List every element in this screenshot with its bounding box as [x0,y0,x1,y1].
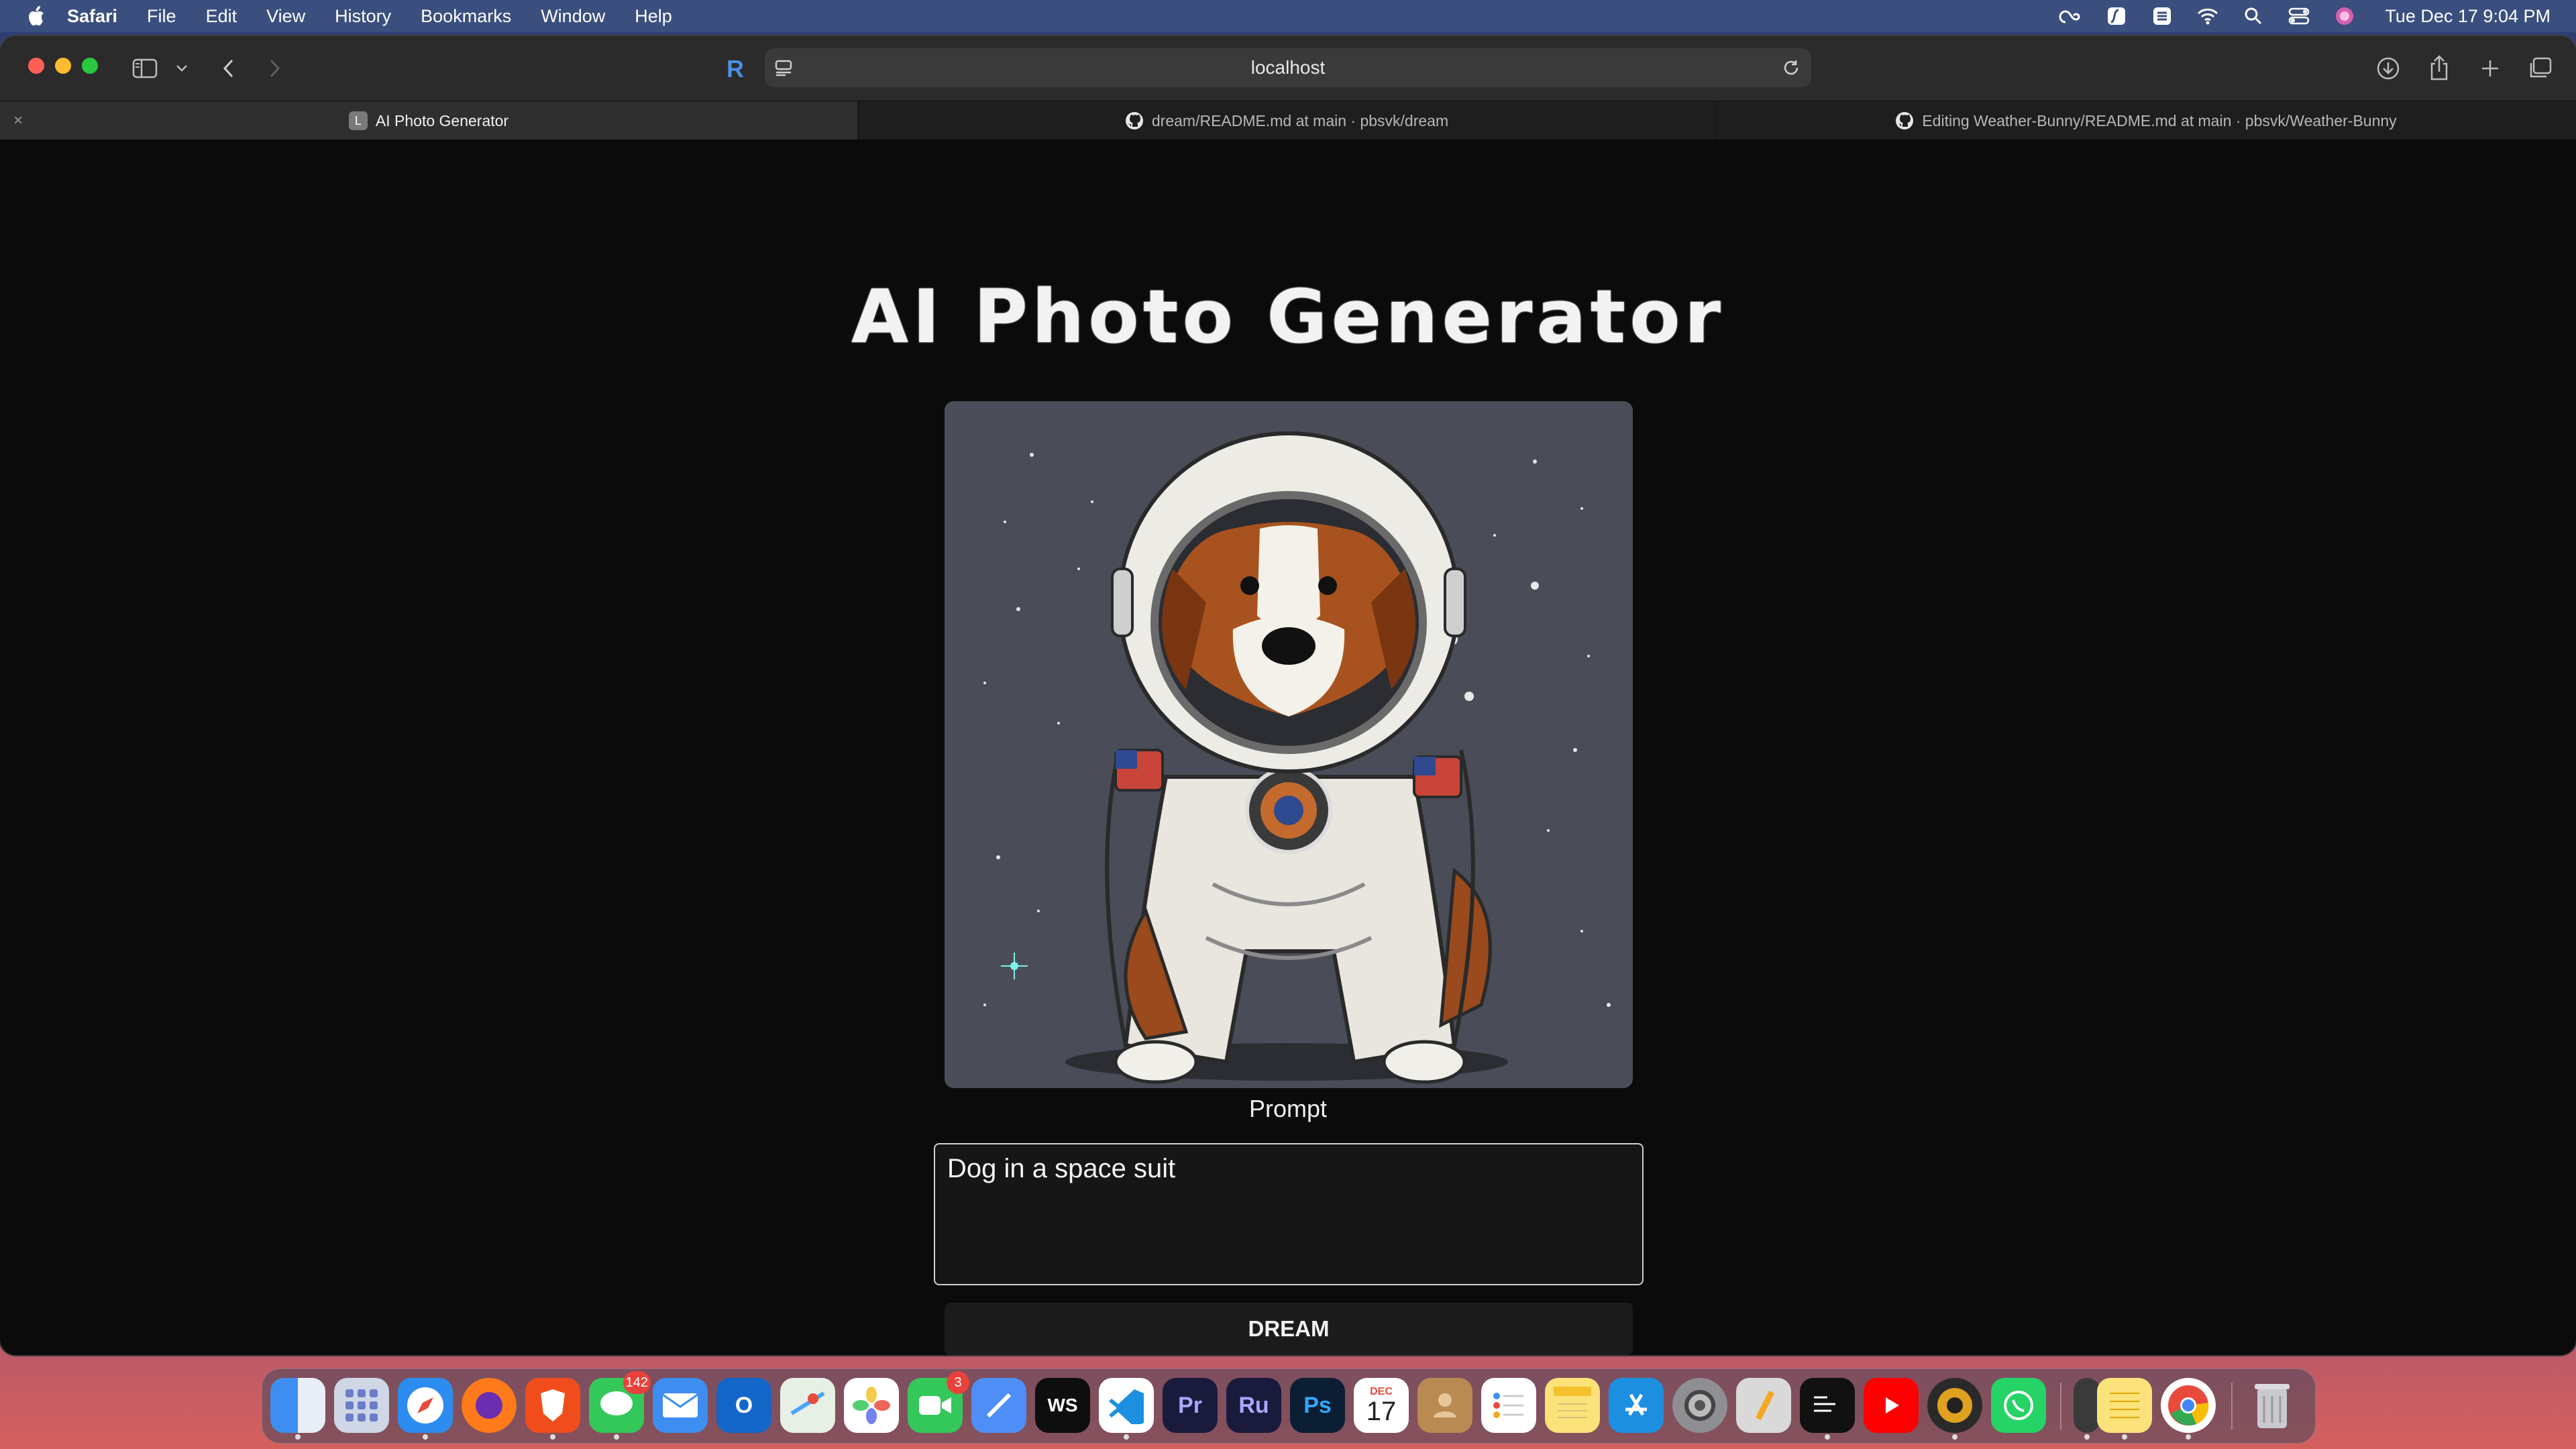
wifi-icon[interactable] [2194,5,2221,27]
dream-button[interactable]: DREAM [945,1303,1633,1355]
menu-history[interactable]: History [335,0,391,32]
premiere-icon[interactable]: Pr [1163,1378,1218,1433]
system-settings-icon[interactable] [1672,1378,1727,1433]
mail-icon[interactable] [653,1378,708,1433]
svg-text:R: R [727,56,744,81]
downloads-icon[interactable] [2375,55,2402,82]
messages-icon[interactable]: 142 [589,1371,651,1440]
script-icon[interactable] [2103,5,2130,27]
browser-toolbar: R localhost [0,36,2576,101]
chrome-icon[interactable] [2161,1378,2216,1440]
firefox-icon[interactable] [462,1378,517,1433]
tab-label: Editing Weather-Bunny/README.md at main … [1922,111,2397,129]
menu-app-name[interactable]: Safari [67,0,117,32]
close-window-button[interactable] [28,58,44,74]
photoshop-icon[interactable]: Ps [1290,1378,1345,1433]
menu-file[interactable]: File [147,0,176,32]
menu-bar: Safari File Edit View History Bookmarks … [0,0,2576,32]
reminders-icon[interactable] [1481,1378,1536,1433]
dock: 142 O 3 WS Pr Ru Ps DEC 17 [262,1368,2316,1444]
tab-dream-readme[interactable]: dream/README.md at main · pbsvk/dream [858,101,1716,140]
creative-cloud-icon[interactable] [2057,5,2084,27]
finder-icon[interactable] [270,1378,325,1440]
tab-label: AI Photo Generator [375,111,509,129]
menu-window[interactable]: Window [541,0,605,32]
control-center-icon[interactable] [2286,5,2312,27]
safari-icon[interactable] [398,1378,453,1440]
messages-badge: 142 [623,1371,651,1394]
menu-help[interactable]: Help [635,0,672,32]
xcode-icon[interactable] [971,1378,1026,1433]
close-tab-icon[interactable]: × [9,112,27,129]
tab-bar: × L AI Photo Generator dream/README.md a… [0,101,2576,140]
chevron-down-icon[interactable] [173,60,191,76]
astronaut-dog-illustration [945,401,1633,1088]
maps-icon[interactable] [780,1378,835,1433]
calendar-icon[interactable]: DEC 17 [1354,1378,1409,1433]
music-disc-icon[interactable] [1927,1378,1982,1440]
app-store-icon[interactable] [1609,1378,1664,1433]
generated-image [945,401,1633,1088]
new-tab-icon[interactable] [2477,55,2504,82]
photos-icon[interactable] [844,1378,899,1433]
youtube-icon[interactable] [1864,1378,1919,1433]
terminal-icon[interactable] [1800,1378,1855,1440]
tab-weather-bunny-readme[interactable]: Editing Weather-Bunny/README.md at main … [1716,101,2576,140]
tab-ai-photo-generator[interactable]: × L AI Photo Generator [0,101,858,140]
menu-view[interactable]: View [266,0,305,32]
zoom-window-button[interactable] [82,58,98,74]
menu-clock[interactable]: Tue Dec 17 9:04 PM [2385,6,2551,27]
extension-r-icon[interactable]: R [722,55,749,82]
stickies-icon[interactable] [2097,1378,2152,1440]
premiere-rush-icon[interactable]: Ru [1226,1378,1281,1433]
tab-overview-icon[interactable] [2526,55,2553,82]
facetime-badge: 3 [947,1371,969,1394]
prompt-label: Prompt [1248,1095,1328,1122]
status-area: Tue Dec 17 9:04 PM [2039,0,2551,32]
back-button[interactable] [216,56,240,80]
reload-icon[interactable] [1780,58,1802,78]
menu-bookmarks[interactable]: Bookmarks [421,0,511,32]
page-content: AI Photo Generator Prompt Dog in a space… [0,140,2576,1355]
menu-list-icon[interactable] [2149,5,2176,27]
notes-icon[interactable] [1545,1378,1600,1433]
github-icon [1125,111,1144,130]
prompt-input[interactable] [934,1143,1644,1285]
launchpad-icon[interactable] [334,1378,389,1433]
menu-edit[interactable]: Edit [206,0,237,32]
tab-favicon-l-icon: L [348,111,368,130]
dock-divider [2231,1383,2233,1430]
apple-icon[interactable] [25,5,46,28]
forward-button[interactable] [263,56,287,80]
outlook-icon[interactable]: O [716,1378,771,1433]
whatsapp-icon[interactable] [1991,1378,2046,1433]
page-title: AI Photo Generator [851,274,1725,360]
facetime-icon[interactable]: 3 [908,1371,969,1433]
webstorm-icon[interactable]: WS [1035,1378,1090,1433]
minimize-window-button[interactable] [55,58,71,74]
sidebar-toggle-icon[interactable] [131,56,158,80]
minimized-window-icon[interactable] [2074,1378,2100,1440]
address-bar[interactable]: localhost [765,48,1811,87]
tab-label: dream/README.md at main · pbsvk/dream [1151,111,1449,129]
pages-icon[interactable] [1736,1378,1791,1433]
dock-divider [2060,1383,2061,1430]
browser-window: R localhost × L AI Photo Generator dream… [0,36,2576,1355]
github-icon [1895,111,1914,130]
vscode-icon[interactable] [1099,1378,1154,1440]
contacts-icon[interactable] [1417,1378,1472,1433]
search-icon[interactable] [2240,5,2267,27]
brave-icon[interactable] [525,1378,580,1440]
url-text[interactable]: localhost [765,48,1811,87]
share-icon[interactable] [2426,54,2453,82]
calendar-day: 17 [1366,1397,1397,1426]
trash-icon[interactable] [2245,1378,2300,1433]
siri-icon[interactable] [2331,5,2358,27]
